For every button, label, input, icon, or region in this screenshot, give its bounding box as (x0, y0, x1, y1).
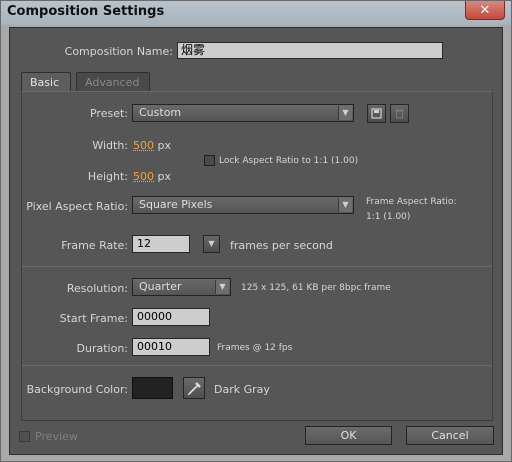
chevron-down-icon: ▼ (338, 106, 352, 120)
resolution-label: Resolution: (66, 282, 128, 295)
title-bar: Composition Settings ✕ (1, 1, 511, 25)
duration-info: Frames @ 12 fps (217, 343, 293, 353)
width-unit: px (157, 139, 172, 152)
divider (22, 365, 492, 366)
frame-rate-dropdown-button[interactable]: ▼ (203, 235, 220, 253)
preset-value: Custom (139, 106, 182, 119)
height-value[interactable]: 500 (133, 170, 154, 183)
pixel-aspect-value: Square Pixels (139, 198, 213, 211)
comp-name-label: Composition Name: (64, 45, 173, 58)
close-button[interactable]: ✕ (465, 1, 505, 20)
background-color-swatch[interactable] (132, 377, 173, 399)
height-label: Height: (87, 170, 128, 183)
cancel-button[interactable]: Cancel (406, 426, 494, 445)
preview-label: Preview (35, 430, 78, 443)
eyedropper-button[interactable] (183, 377, 205, 399)
eyedropper-icon (187, 382, 201, 396)
resolution-value: Quarter (139, 280, 182, 293)
width-value[interactable]: 500 (133, 139, 154, 152)
frame-rate-suffix: frames per second (230, 239, 333, 252)
start-frame-label: Start Frame: (59, 312, 128, 325)
background-color-name: Dark Gray (214, 383, 270, 396)
height-value-group: 500 px (133, 170, 171, 183)
resolution-info: 125 x 125, 61 KB per 8bpc frame (241, 283, 391, 293)
dialog-body: Composition Name: 烟雾 Basic Advanced Pres… (9, 27, 503, 455)
window-title: Composition Settings (7, 4, 165, 19)
delete-preset-button[interactable] (390, 104, 409, 123)
save-preset-button[interactable] (367, 104, 386, 123)
divider (22, 266, 492, 267)
preview-checkbox[interactable] (19, 431, 30, 442)
composition-settings-dialog: Composition Settings ✕ Composition Name:… (0, 0, 512, 462)
preset-dropdown[interactable]: Custom ▼ (132, 104, 354, 122)
resolution-dropdown[interactable]: Quarter ▼ (132, 278, 231, 296)
width-label: Width: (92, 139, 128, 152)
duration-input[interactable]: 00010 (132, 338, 210, 356)
tab-advanced[interactable]: Advanced (76, 72, 150, 92)
frame-rate-input[interactable]: 12 (132, 235, 190, 253)
pixel-aspect-label: Pixel Aspect Ratio: (26, 200, 128, 213)
save-preset-icon (371, 108, 382, 119)
chevron-down-icon: ▼ (338, 198, 352, 212)
frame-aspect-value: 1:1 (1.00) (366, 212, 411, 222)
height-unit: px (157, 170, 172, 183)
frame-aspect-label: Frame Aspect Ratio: (366, 197, 457, 207)
background-color-label: Background Color: (26, 383, 128, 396)
start-frame-input[interactable]: 00000 (132, 308, 210, 326)
duration-label: Duration: (76, 342, 128, 355)
lock-aspect-label: Lock Aspect Ratio to 1:1 (1.00) (219, 156, 359, 166)
width-value-group: 500 px (133, 139, 171, 152)
pixel-aspect-dropdown[interactable]: Square Pixels ▼ (132, 196, 354, 214)
preset-label: Preset: (89, 107, 128, 120)
tab-basic[interactable]: Basic (21, 72, 71, 92)
chevron-down-icon: ▼ (208, 239, 215, 248)
trash-icon (395, 109, 404, 119)
ok-button[interactable]: OK (305, 426, 392, 445)
lock-aspect-checkbox[interactable] (204, 155, 215, 166)
chevron-down-icon: ▼ (215, 280, 229, 294)
close-icon: ✕ (479, 2, 491, 18)
frame-rate-label: Frame Rate: (61, 239, 128, 252)
comp-name-input[interactable]: 烟雾 (177, 42, 443, 59)
